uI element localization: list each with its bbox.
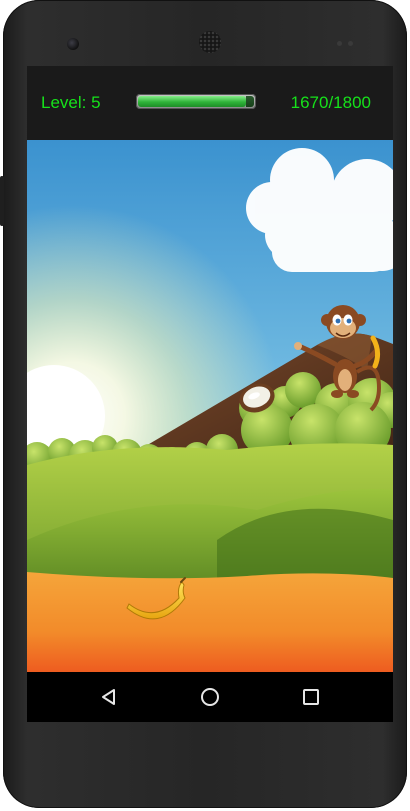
recents-button[interactable] bbox=[292, 678, 330, 716]
scene-canvas[interactable] bbox=[27, 140, 393, 672]
proximity-sensor-icon bbox=[337, 41, 342, 46]
phone-device: Level: 5 1670/1800 bbox=[0, 0, 407, 808]
ground bbox=[27, 572, 393, 672]
back-icon bbox=[102, 689, 115, 705]
level-progress-bar bbox=[136, 94, 256, 109]
level-label: Level: 5 bbox=[41, 93, 101, 112]
game-hud: Level: 5 1670/1800 bbox=[27, 66, 393, 140]
home-button[interactable] bbox=[191, 678, 229, 716]
level-progress-remaining bbox=[246, 96, 254, 107]
front-camera-icon bbox=[67, 38, 79, 50]
light-sensor-icon bbox=[348, 41, 353, 46]
score-counter: 1670/1800 bbox=[290, 93, 371, 112]
android-navigation-bar bbox=[27, 672, 393, 722]
recents-icon bbox=[303, 689, 319, 705]
phone-screen: Level: 5 1670/1800 bbox=[27, 66, 393, 722]
volume-button bbox=[0, 176, 4, 226]
home-icon bbox=[201, 688, 219, 706]
level-progress-fill bbox=[138, 96, 246, 107]
game-scene[interactable] bbox=[27, 140, 393, 672]
back-button[interactable] bbox=[90, 678, 128, 716]
earpiece-speaker-icon bbox=[199, 31, 221, 53]
